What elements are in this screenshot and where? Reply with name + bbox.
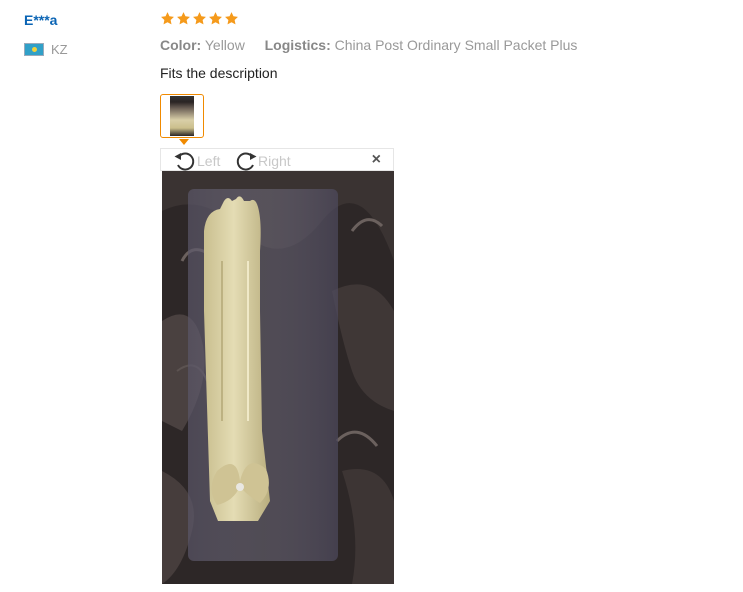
logistics-value: China Post Ordinary Small Packet Plus	[334, 37, 578, 53]
review-text: Fits the description	[160, 65, 278, 81]
rotate-right-label: Right	[258, 152, 291, 169]
review-photo	[162, 171, 394, 584]
reviewer-name: E***a	[24, 12, 58, 28]
color-label: Color:	[160, 37, 202, 53]
rotate-left-icon	[174, 152, 195, 171]
review-photo-thumbnail[interactable]	[160, 94, 204, 138]
image-viewer-toolbar: Left Right ×	[160, 148, 394, 171]
rotate-right-icon	[236, 152, 257, 171]
star-icon	[193, 12, 206, 25]
rotate-left-button[interactable]: Left	[173, 149, 220, 172]
star-icon	[225, 12, 238, 25]
rotate-left-label: Left	[197, 152, 221, 169]
order-info: Color: Yellow Logistics: China Post Ordi…	[160, 37, 577, 53]
kazakhstan-flag-icon	[24, 43, 44, 56]
star-icon	[161, 12, 174, 25]
thumbnail-selected-pointer	[179, 139, 189, 145]
rotate-right-button[interactable]: Right	[234, 149, 291, 172]
close-icon[interactable]: ×	[372, 151, 381, 169]
logistics-label: Logistics:	[264, 37, 331, 53]
reviewer-country: KZ	[24, 42, 68, 57]
color-value: Yellow	[204, 37, 245, 53]
rating-stars	[160, 11, 239, 26]
country-code: KZ	[51, 42, 68, 57]
thumbnail-image	[170, 96, 194, 136]
review-photo-image	[162, 171, 394, 584]
star-icon	[177, 12, 190, 25]
star-icon	[209, 12, 222, 25]
